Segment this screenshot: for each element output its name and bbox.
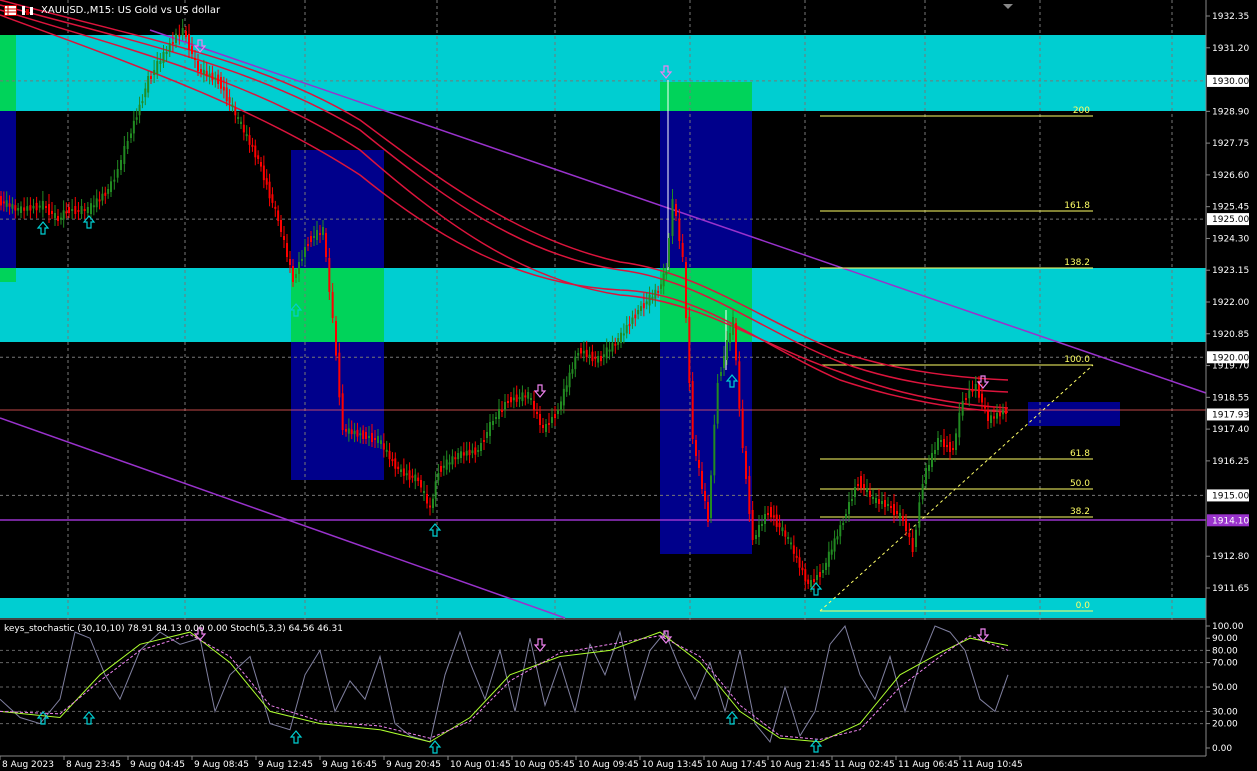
price-label: 1922.00 <box>1212 298 1249 308</box>
time-label: 9 Aug 04:45 <box>130 760 185 770</box>
time-label: 11 Aug 06:45 <box>898 760 959 770</box>
time-label: 10 Aug 13:45 <box>642 760 703 770</box>
left-blue-block <box>0 111 16 268</box>
time-label: 10 Aug 21:45 <box>770 760 831 770</box>
price-label: 1931.20 <box>1212 44 1249 54</box>
time-label: 11 Aug 02:45 <box>834 760 895 770</box>
time-label: 8 Aug 2023 <box>2 760 54 770</box>
bottom-zone <box>0 598 1206 618</box>
window-title: XAUUSD.,M15: US Gold vs US dollar <box>41 4 221 16</box>
fib-level-label: 138.2 <box>1064 258 1090 268</box>
indicator-axis-label: 70.00 <box>1212 659 1238 669</box>
indicator-axis-label: 20.00 <box>1212 720 1238 730</box>
price-label: 1932.35 <box>1212 12 1249 22</box>
indicator-list-icon[interactable] <box>21 5 34 16</box>
time-label: 9 Aug 08:45 <box>194 760 249 770</box>
left-green-block-2 <box>0 268 16 282</box>
price-chart[interactable]: 200 161.8 138.2 100.0 61.8 50.0 38.2 0.0 1932.3… <box>0 0 1257 771</box>
price-label: 1923.15 <box>1212 266 1249 276</box>
time-label: 8 Aug 23:45 <box>66 760 121 770</box>
indicator-pane <box>0 618 1206 756</box>
chart-grid-icon[interactable] <box>4 4 17 16</box>
price-label: 1920.85 <box>1212 330 1249 340</box>
left-green-block <box>0 35 16 111</box>
indicator-axis-label: 30.00 <box>1212 707 1238 717</box>
time-label: 10 Aug 17:45 <box>706 760 767 770</box>
target-box <box>1028 402 1120 426</box>
time-label: 9 Aug 16:45 <box>322 760 377 770</box>
supply-zone <box>0 35 1206 111</box>
price-label: 1912.80 <box>1212 552 1249 562</box>
time-label: 9 Aug 12:45 <box>258 760 313 770</box>
fib-level-label: 161.8 <box>1064 201 1090 211</box>
price-label: 1914.10 <box>1212 516 1249 526</box>
indicator-axis-label: 90.00 <box>1212 634 1238 644</box>
price-label: 1930.00 <box>1212 77 1249 87</box>
price-label: 1919.70 <box>1212 362 1249 372</box>
time-label: 10 Aug 01:45 <box>450 760 511 770</box>
fib-level-label: 100.0 <box>1064 355 1090 365</box>
price-label: 1927.75 <box>1212 139 1249 149</box>
time-label: 11 Aug 10:45 <box>962 760 1023 770</box>
price-label: 1924.30 <box>1212 234 1249 244</box>
price-label: 1918.55 <box>1212 393 1249 403</box>
price-label: 1916.25 <box>1212 457 1249 467</box>
price-label: 1928.90 <box>1212 107 1249 117</box>
fib-level-label: 61.8 <box>1070 449 1090 459</box>
fib-level-label: 0.0 <box>1076 601 1091 611</box>
price-label: 1925.00 <box>1212 215 1249 225</box>
indicator-axis-label: 80.00 <box>1212 646 1238 656</box>
fib-level-label: 50.0 <box>1070 479 1090 489</box>
indicator-axis-label: 0.00 <box>1212 744 1232 754</box>
time-label: 10 Aug 09:45 <box>578 760 639 770</box>
price-label: 1917.93 <box>1212 410 1249 420</box>
price-label: 1917.40 <box>1212 425 1249 435</box>
price-label: 1925.45 <box>1212 203 1249 213</box>
fib-level-label: 200 <box>1073 106 1090 116</box>
price-label: 1911.65 <box>1212 584 1249 594</box>
time-label: 9 Aug 20:45 <box>386 760 441 770</box>
indicator-title: keys_stochastic (30,10,10) 78.91 84.13 0… <box>4 624 343 634</box>
fib-level-label: 38.2 <box>1070 507 1090 517</box>
price-label: 1915.00 <box>1212 491 1249 501</box>
price-label: 1926.60 <box>1212 171 1249 181</box>
time-label: 10 Aug 05:45 <box>514 760 575 770</box>
indicator-axis-label: 100.00 <box>1212 622 1244 632</box>
toolbar: XAUUSD.,M15: US Gold vs US dollar <box>0 0 220 20</box>
order-block-2-green-top <box>660 82 752 111</box>
indicator-axis-label: 50.00 <box>1212 683 1238 693</box>
